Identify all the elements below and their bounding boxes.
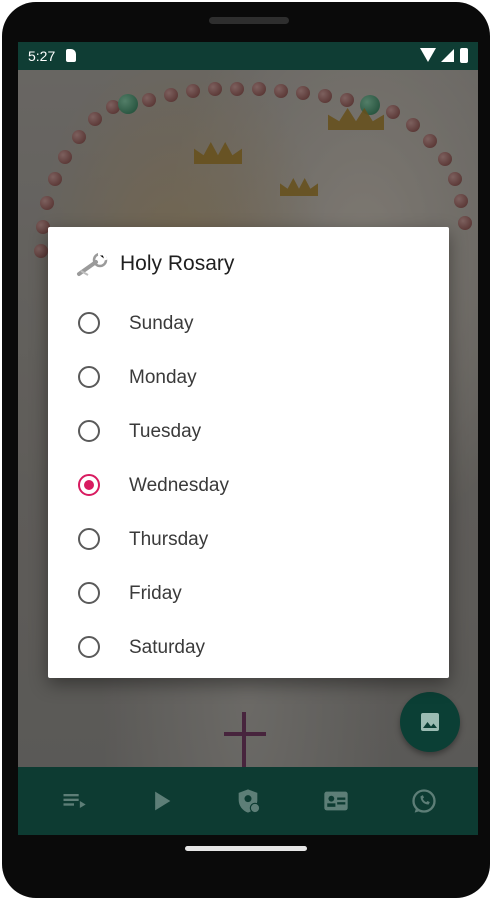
play-icon bbox=[155, 791, 171, 811]
option-label: Monday bbox=[129, 367, 197, 388]
sd-card-icon bbox=[66, 49, 76, 62]
speaker-grille bbox=[209, 17, 289, 24]
dialog-title: Holy Rosary bbox=[120, 252, 235, 275]
phone-frame: 5:27 Holy Rosary Sunday Monday Tuesday W… bbox=[2, 2, 490, 898]
nav-play-button[interactable] bbox=[147, 787, 175, 815]
image-icon bbox=[421, 713, 439, 731]
radio-button[interactable] bbox=[78, 312, 100, 334]
option-monday[interactable]: Monday bbox=[48, 350, 449, 404]
option-label: Saturday bbox=[129, 637, 206, 658]
verified-user-icon bbox=[238, 789, 261, 814]
screen: 5:27 Holy Rosary Sunday Monday Tuesday W… bbox=[18, 42, 478, 835]
option-tuesday[interactable]: Tuesday bbox=[48, 404, 449, 458]
radio-button[interactable] bbox=[78, 420, 100, 442]
option-label: Friday bbox=[129, 583, 182, 604]
nav-playlist-button[interactable] bbox=[60, 787, 88, 815]
nav-whatsapp-button[interactable] bbox=[410, 787, 438, 815]
status-time: 5:27 bbox=[28, 48, 56, 64]
day-selection-dialog: Holy Rosary Sunday Monday Tuesday Wednes… bbox=[48, 227, 449, 678]
status-bar: 5:27 bbox=[18, 42, 478, 70]
playlist-icon bbox=[63, 794, 86, 808]
battery-icon bbox=[460, 48, 468, 63]
option-label: Tuesday bbox=[129, 421, 202, 442]
dialog-header: Holy Rosary bbox=[48, 227, 449, 297]
option-label: Wednesday bbox=[129, 475, 229, 496]
option-label: Thursday bbox=[129, 529, 209, 550]
option-saturday[interactable]: Saturday bbox=[48, 620, 449, 674]
option-wednesday[interactable]: Wednesday bbox=[48, 458, 449, 512]
option-label: Sunday bbox=[129, 313, 194, 334]
option-thursday[interactable]: Thursday bbox=[48, 512, 449, 566]
gesture-navigation-bar[interactable] bbox=[185, 846, 307, 851]
nav-contact-button[interactable] bbox=[322, 787, 350, 815]
bottom-navigation bbox=[18, 767, 478, 835]
radio-button[interactable] bbox=[78, 582, 100, 604]
option-friday[interactable]: Friday bbox=[48, 566, 449, 620]
option-sunday[interactable]: Sunday bbox=[48, 296, 449, 350]
radio-button[interactable] bbox=[78, 366, 100, 388]
wrench-icon bbox=[77, 252, 108, 276]
nav-verified-button[interactable] bbox=[234, 787, 262, 815]
radio-button[interactable] bbox=[78, 528, 100, 550]
radio-button[interactable] bbox=[78, 636, 100, 658]
whatsapp-icon bbox=[412, 789, 436, 813]
contact-card-icon bbox=[324, 791, 348, 811]
signal-icon bbox=[441, 49, 454, 62]
wallpaper-fab-button[interactable] bbox=[400, 692, 460, 752]
radio-button-selected[interactable] bbox=[78, 474, 100, 496]
wifi-icon bbox=[420, 48, 436, 62]
